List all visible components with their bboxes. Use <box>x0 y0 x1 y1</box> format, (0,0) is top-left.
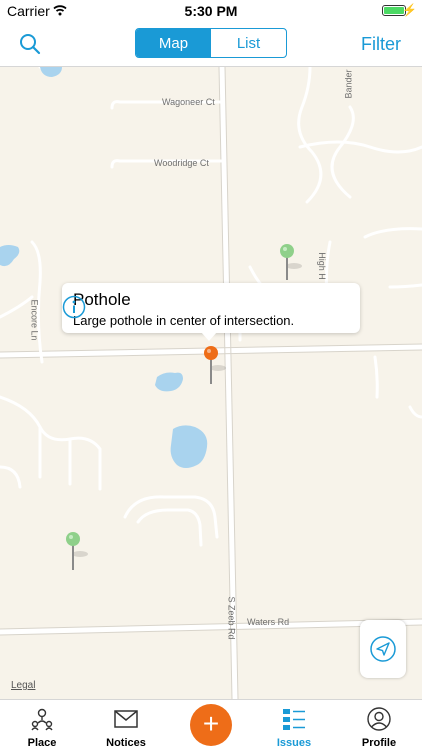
place-icon <box>31 708 53 731</box>
add-icon: + <box>202 708 220 739</box>
charging-icon: ⚡ <box>402 3 417 17</box>
locate-me-button[interactable] <box>360 620 406 678</box>
issues-list-icon <box>283 709 305 730</box>
issue-callout[interactable]: Pothole Large pothole in center of inter… <box>62 283 360 333</box>
issue-pin-green[interactable] <box>278 243 308 283</box>
search-icon[interactable] <box>18 32 42 56</box>
tab-notices[interactable]: Notices <box>84 700 168 751</box>
tab-bar: Place Notices + Issues Profile <box>0 699 422 751</box>
location-arrow-icon <box>370 636 396 662</box>
legal-link[interactable]: Legal <box>11 680 35 691</box>
status-bar: Carrier 5:30 PM ⚡ <box>0 0 422 22</box>
tab-label-notices: Notices <box>106 737 146 749</box>
tab-label-place: Place <box>27 737 57 749</box>
street-label-waters: Waters Rd <box>247 617 290 627</box>
street-label-encore: Encore Ln <box>29 299 40 341</box>
segment-list[interactable]: List <box>211 29 286 57</box>
street-label-zeeb: S Zeeb Rd <box>226 596 237 640</box>
navigation-bar: Map List Filter <box>0 22 422 67</box>
tab-profile[interactable]: Profile <box>337 700 421 751</box>
clock: 5:30 PM <box>184 3 238 19</box>
map-view[interactable]: Wagoneer Ct Woodridge Ct Encore Ln High … <box>0 67 422 699</box>
issue-pin-green[interactable] <box>64 531 94 571</box>
tab-label-issues: Issues <box>276 737 312 749</box>
filter-button[interactable]: Filter <box>361 34 401 55</box>
profile-icon <box>367 707 391 731</box>
callout-description: Large pothole in center of intersection. <box>73 313 295 328</box>
envelope-icon <box>114 710 138 728</box>
add-issue-button[interactable]: + <box>190 704 232 746</box>
view-segmented-control: Map List <box>135 28 287 58</box>
tab-place[interactable]: Place <box>0 700 84 751</box>
info-icon[interactable] <box>62 295 86 319</box>
callout-pointer <box>201 332 217 341</box>
street-label-bander: Bander <box>343 69 354 99</box>
street-label-woodridge: Woodridge Ct <box>154 158 209 168</box>
tab-label-profile: Profile <box>361 737 397 749</box>
issue-pin-selected[interactable] <box>202 345 232 385</box>
tab-issues[interactable]: Issues <box>252 700 336 751</box>
segment-map[interactable]: Map <box>136 29 211 57</box>
street-label-wagoneer: Wagoneer Ct <box>162 97 215 107</box>
street-label-high: High H <box>316 252 327 280</box>
